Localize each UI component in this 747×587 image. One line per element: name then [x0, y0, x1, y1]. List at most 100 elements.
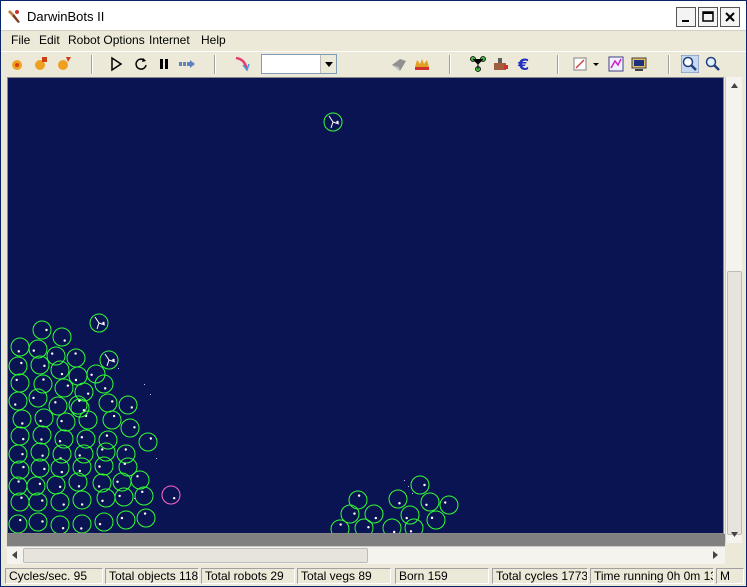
monitor-icon[interactable] — [630, 55, 648, 73]
robot-bot[interactable] — [130, 470, 150, 490]
robot-bot[interactable] — [52, 327, 72, 347]
robot-bot[interactable] — [134, 486, 154, 506]
robot-bot[interactable] — [50, 458, 70, 478]
shape-icon[interactable] — [390, 55, 408, 73]
robot-bot[interactable] — [30, 458, 50, 478]
robot-bot[interactable] — [46, 475, 66, 495]
robot-bot[interactable] — [10, 373, 30, 393]
simulation-field[interactable] — [7, 77, 724, 534]
robot-bot[interactable] — [96, 488, 116, 508]
network-icon[interactable] — [469, 55, 487, 73]
scroll-down-icon[interactable] — [726, 526, 743, 543]
robot-bot[interactable] — [78, 410, 98, 430]
scroll-right-icon[interactable] — [707, 547, 723, 563]
menu-file[interactable]: File — [9, 33, 32, 47]
zoom-out-icon[interactable] — [704, 55, 722, 73]
robot-bot[interactable] — [12, 409, 32, 429]
close-button[interactable] — [720, 7, 740, 27]
pause-icon[interactable] — [155, 55, 173, 73]
robot-bot[interactable] — [28, 492, 48, 512]
zoom-in-icon[interactable] — [681, 55, 699, 73]
robot-bot[interactable] — [354, 518, 374, 534]
robot-bot[interactable] — [330, 519, 350, 534]
robot-bot[interactable] — [116, 510, 136, 530]
robot-bot[interactable] — [26, 476, 46, 496]
combo-dropdown-button[interactable] — [320, 55, 336, 73]
menu-robot-options[interactable]: Robot Options — [66, 33, 147, 47]
vertical-scroll-thumb[interactable] — [727, 271, 742, 535]
robot-bot[interactable] — [382, 518, 402, 534]
vertical-scrollbar[interactable] — [725, 77, 742, 543]
simulation-canvas[interactable] — [8, 78, 724, 534]
robot-bot[interactable] — [410, 475, 430, 495]
new-sim-icon[interactable] — [9, 55, 27, 73]
robot-bot[interactable] — [98, 393, 118, 413]
robot-bot[interactable] — [50, 515, 70, 534]
robot-bot[interactable] — [404, 518, 424, 534]
robot-bot[interactable] — [102, 410, 122, 430]
robot-bot[interactable] — [56, 412, 76, 432]
robot-bot[interactable] — [54, 378, 74, 398]
menu-edit[interactable]: Edit — [37, 33, 62, 47]
restart-icon[interactable] — [132, 55, 150, 73]
robot-bot[interactable] — [48, 396, 68, 416]
robot-bot[interactable] — [28, 339, 48, 359]
robot-bot[interactable] — [420, 492, 440, 512]
graph-icon[interactable] — [607, 55, 625, 73]
title-bar[interactable]: DarwinBots II — [1, 1, 746, 31]
robot-bot[interactable] — [400, 505, 420, 525]
selected-robot-bot[interactable] — [161, 485, 181, 505]
robot-bot[interactable] — [72, 490, 92, 510]
king-icon[interactable] — [413, 55, 431, 73]
robot-bot[interactable] — [68, 366, 88, 386]
horizontal-scrollbar[interactable] — [7, 546, 725, 564]
robot-select-combo[interactable] — [261, 54, 337, 74]
robot-bot[interactable] — [8, 514, 28, 533]
robot-bot[interactable] — [136, 508, 156, 528]
robot-bot[interactable] — [388, 489, 408, 509]
robot-bot[interactable] — [68, 472, 88, 492]
robot-bot[interactable] — [439, 495, 459, 515]
robot-bot[interactable] — [98, 430, 118, 450]
robot-bot[interactable] — [32, 320, 52, 340]
robot-bot[interactable] — [30, 442, 50, 462]
step-forward-icon[interactable] — [178, 55, 196, 73]
load-sim-icon[interactable] — [55, 55, 73, 73]
robot-bot[interactable] — [34, 408, 54, 428]
robot-tool-icon[interactable] — [233, 55, 251, 73]
robot-bot[interactable] — [30, 355, 50, 375]
robot-bot[interactable] — [94, 512, 114, 532]
robot-bot[interactable] — [8, 356, 28, 376]
robot-bot[interactable] — [138, 432, 158, 452]
robot-bot[interactable] — [10, 426, 30, 446]
scroll-left-icon[interactable] — [7, 547, 23, 563]
robot-bot[interactable] — [10, 492, 30, 512]
play-icon[interactable] — [107, 55, 125, 73]
robot-bot[interactable] — [94, 456, 114, 476]
robot-bot[interactable] — [8, 476, 28, 496]
robot-bot[interactable] — [120, 418, 140, 438]
robot-bot[interactable] — [118, 395, 138, 415]
maximize-button[interactable] — [698, 7, 718, 27]
robot-bot[interactable] — [72, 514, 92, 533]
save-sim-icon[interactable] — [32, 55, 50, 73]
menu-internet[interactable]: Internet — [147, 33, 192, 47]
robot-bot[interactable] — [28, 512, 48, 532]
horizontal-scroll-thumb[interactable] — [23, 548, 368, 563]
robot-bot[interactable] — [10, 460, 30, 480]
robot-bot[interactable] — [66, 348, 86, 368]
robot-bot[interactable] — [32, 425, 52, 445]
robot-bot[interactable] — [426, 510, 446, 530]
robot-bot[interactable] — [348, 490, 368, 510]
internet-icon[interactable] — [492, 55, 510, 73]
robot-bot[interactable] — [10, 337, 30, 357]
robot-bot[interactable] — [50, 492, 70, 512]
robot-bot[interactable] — [116, 444, 136, 464]
robot-bot[interactable] — [8, 391, 28, 411]
minimize-button[interactable] — [676, 7, 696, 27]
draw-icon[interactable] — [572, 55, 590, 73]
scroll-up-icon[interactable] — [726, 77, 743, 94]
menu-help[interactable]: Help — [199, 33, 228, 47]
robot-bot[interactable] — [8, 444, 28, 464]
euro-icon[interactable]: € — [515, 55, 533, 73]
